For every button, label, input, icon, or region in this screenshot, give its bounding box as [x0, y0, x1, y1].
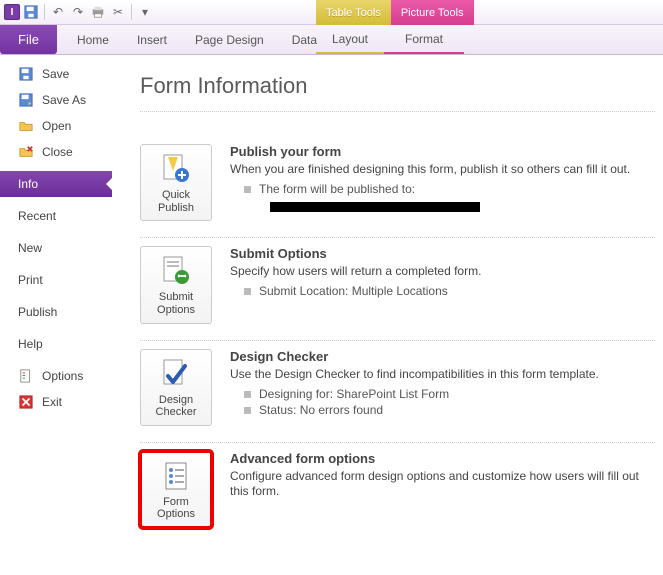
sidebar-help[interactable]: Help: [0, 331, 112, 357]
form-options-button[interactable]: Form Options: [140, 451, 212, 528]
bullet-icon: [244, 186, 251, 193]
sidebar-item-label: Exit: [42, 395, 62, 409]
section-publish: Quick Publish Publish your form When you…: [140, 136, 655, 238]
sidebar-item-label: Open: [42, 119, 71, 133]
section-desc: When you are finished designing this for…: [230, 162, 655, 177]
exit-icon: [18, 394, 34, 410]
section-design-checker: Design Checker Design Checker Use the De…: [140, 341, 655, 443]
section-title: Publish your form: [230, 144, 655, 159]
save-as-icon: [18, 92, 34, 108]
sidebar-save-as[interactable]: Save As: [0, 87, 112, 113]
bigbtn-label: Submit Options: [143, 291, 209, 316]
bullet-icon: [244, 391, 251, 398]
bullet-icon: [244, 288, 251, 295]
redo-icon[interactable]: ↷: [69, 3, 87, 21]
design-checker-button[interactable]: Design Checker: [140, 349, 212, 426]
sidebar-info[interactable]: Info: [0, 171, 112, 197]
subtab-layout[interactable]: Layout: [316, 25, 384, 54]
context-tab-picture-tools: Picture Tools: [391, 0, 474, 25]
sidebar-item-label: Recent: [18, 209, 56, 223]
bullet-text: Status: No errors found: [259, 402, 383, 419]
active-notch-icon: [106, 178, 112, 190]
section-title: Design Checker: [230, 349, 655, 364]
context-tab-table-tools: Table Tools: [316, 0, 391, 25]
app-icon[interactable]: I: [4, 4, 20, 20]
subtab-format[interactable]: Format: [384, 25, 464, 54]
sidebar-new[interactable]: New: [0, 235, 112, 261]
close-icon: [18, 144, 34, 160]
design-checker-icon: [160, 358, 192, 390]
quick-publish-button[interactable]: Quick Publish: [140, 144, 212, 221]
sidebar-item-label: New: [18, 241, 42, 255]
bullet-text: Designing for: SharePoint List Form: [259, 386, 449, 403]
section-advanced: Form Options Advanced form options Confi…: [140, 443, 655, 544]
backstage-sidebar: Save Save As Open Close Info Recent New: [0, 55, 112, 575]
sidebar-item-label: Save: [42, 67, 69, 81]
tab-file[interactable]: File: [0, 25, 57, 54]
bullet-icon: [244, 407, 251, 414]
section-submit: Submit Options Submit Options Specify ho…: [140, 238, 655, 340]
sidebar-print[interactable]: Print: [0, 267, 112, 293]
quick-access-toolbar: I ↶ ↷ ✂ ▾: [0, 3, 154, 21]
bigbtn-label: Quick Publish: [143, 189, 209, 214]
sidebar-options[interactable]: Options: [0, 363, 112, 389]
section-title: Advanced form options: [230, 451, 655, 466]
section-title: Submit Options: [230, 246, 655, 261]
open-icon: [18, 118, 34, 134]
bigbtn-label: Design Checker: [143, 394, 209, 419]
section-desc: Specify how users will return a complete…: [230, 264, 655, 279]
options-icon: [18, 368, 34, 384]
section-desc: Configure advanced form design options a…: [230, 469, 655, 499]
ribbon-tabs: File Home Insert Page Design Data Layout…: [0, 25, 663, 55]
sidebar-exit[interactable]: Exit: [0, 389, 112, 415]
sidebar-close[interactable]: Close: [0, 139, 112, 165]
qat-customize-icon[interactable]: ▾: [136, 3, 154, 21]
sidebar-open[interactable]: Open: [0, 113, 112, 139]
title-bar: I ↶ ↷ ✂ ▾ Table Tools Picture Tools: [0, 0, 663, 25]
section-desc: Use the Design Checker to find incompati…: [230, 367, 655, 382]
sidebar-recent[interactable]: Recent: [0, 203, 112, 229]
sidebar-item-label: Print: [18, 273, 43, 287]
sidebar-item-label: Publish: [18, 305, 57, 319]
sidebar-item-label: Help: [18, 337, 43, 351]
tab-home[interactable]: Home: [63, 25, 123, 54]
undo-icon[interactable]: ↶: [49, 3, 67, 21]
sidebar-item-label: Info: [18, 177, 38, 191]
tab-page-design[interactable]: Page Design: [181, 25, 278, 54]
page-title: Form Information: [140, 73, 655, 112]
sidebar-publish[interactable]: Publish: [0, 299, 112, 325]
tab-insert[interactable]: Insert: [123, 25, 181, 54]
bullet-text: Submit Location: Multiple Locations: [259, 283, 448, 300]
sidebar-item-label: Options: [42, 369, 83, 383]
sidebar-item-label: Close: [42, 145, 73, 159]
redacted-url: [270, 202, 480, 212]
save-icon: [18, 66, 34, 82]
cut-icon[interactable]: ✂: [109, 3, 127, 21]
quick-publish-icon: [160, 153, 192, 185]
sidebar-item-label: Save As: [42, 93, 86, 107]
submit-options-icon: [160, 255, 192, 287]
bigbtn-label: Form Options: [143, 496, 209, 521]
submit-options-button[interactable]: Submit Options: [140, 246, 212, 323]
print-icon[interactable]: [89, 3, 107, 21]
sidebar-save[interactable]: Save: [0, 61, 112, 87]
contextual-tab-group: Table Tools Picture Tools: [316, 0, 474, 25]
bullet-text: The form will be published to:: [259, 181, 415, 198]
backstage-content: Form Information Quick Publish Publish y…: [112, 55, 663, 575]
form-options-icon: [160, 460, 192, 492]
save-icon[interactable]: [22, 3, 40, 21]
